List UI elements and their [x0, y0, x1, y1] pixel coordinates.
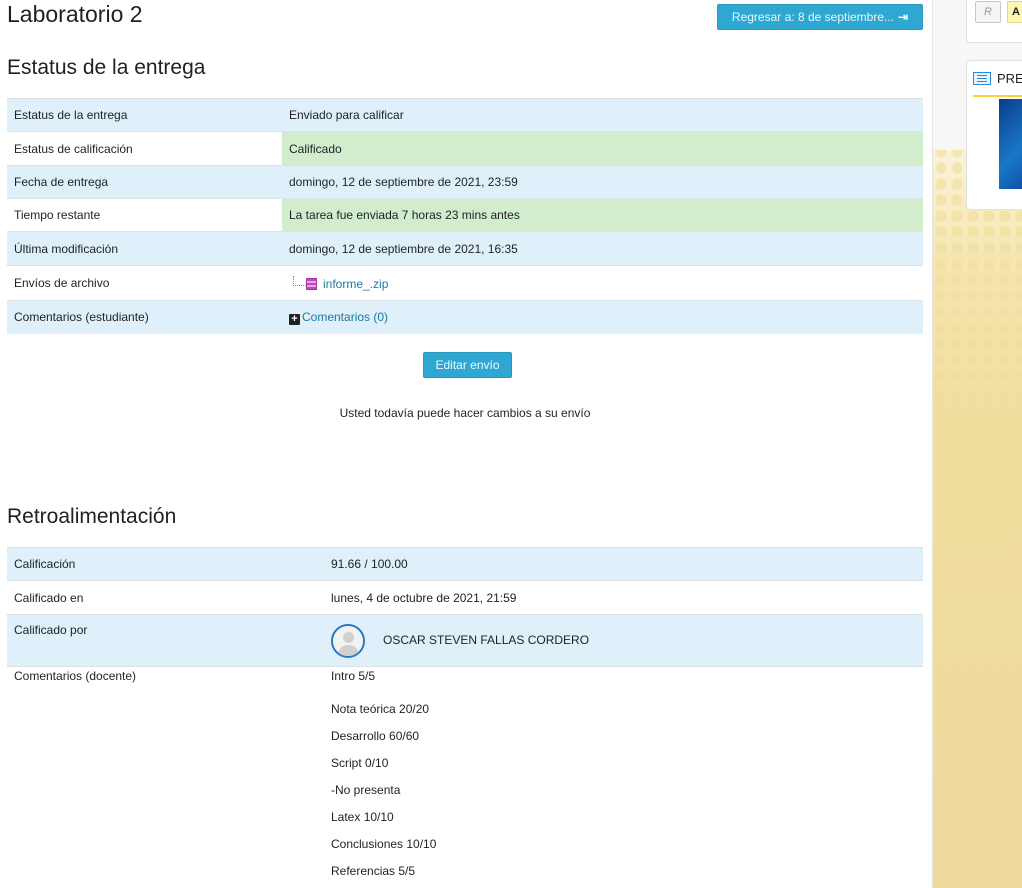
- sign-in-icon: ⇥: [898, 10, 909, 24]
- table-row: Comentarios (estudiante) + Comentarios (0…: [7, 300, 923, 334]
- comment-line: Script 0/10: [331, 756, 389, 770]
- grading-status-value: Calificado: [282, 131, 923, 166]
- sidebar-block-pre-header: PRE: [973, 69, 1022, 97]
- graded-on-value: lunes, 4 de octubre de 2021, 21:59: [324, 580, 923, 615]
- row-label: Estatus de la entrega: [7, 98, 282, 132]
- submission-status-table: Estatus de la entrega Enviado para calif…: [7, 98, 923, 334]
- feedback-heading: Retroalimentación: [7, 505, 177, 528]
- row-label: Comentarios (estudiante): [7, 300, 282, 334]
- archive-file-icon: [306, 277, 317, 290]
- grader-name: OSCAR STEVEN FALLAS CORDERO: [383, 632, 590, 647]
- grade-value: 91.66 / 100.00: [324, 547, 923, 581]
- avatar[interactable]: [331, 623, 365, 658]
- submission-status-heading: Estatus de la entrega: [7, 56, 206, 79]
- table-row: Calificado por OSCAR STEVEN FALLAS CORDE…: [7, 614, 923, 667]
- sidebar-block-pre-title: PRE: [997, 71, 1022, 86]
- comment-line: Conclusiones 10/10: [331, 837, 437, 851]
- back-button[interactable]: Regresar a: 8 de septiembre... ⇥: [717, 4, 923, 30]
- comments-cell: + Comentarios (0): [282, 300, 923, 334]
- tag-r-button[interactable]: R: [975, 1, 1001, 23]
- row-value: Enviado para calificar: [282, 98, 923, 132]
- table-row: Fecha de entrega domingo, 12 de septiemb…: [7, 165, 923, 199]
- row-label: Estatus de calificación: [7, 131, 282, 166]
- teacher-comments-cell: Intro 5/5 Nota teórica 20/20 Desarrollo …: [324, 666, 923, 885]
- sidebar-block-pre: PRE: [966, 60, 1022, 210]
- tag-a-button[interactable]: A: [1007, 1, 1022, 23]
- row-label: Fecha de entrega: [7, 165, 282, 199]
- graded-by-label: Calificado por: [7, 614, 324, 667]
- table-row: Calificación 91.66 / 100.00: [7, 547, 923, 581]
- graded-by-cell: OSCAR STEVEN FALLAS CORDERO: [324, 614, 923, 667]
- file-submission-cell: informe_.zip: [282, 265, 923, 301]
- table-row: Comentarios (docente) Intro 5/5 Nota teó…: [7, 666, 923, 885]
- row-value: domingo, 12 de septiembre de 2021, 23:59: [282, 165, 923, 199]
- row-value: domingo, 12 de septiembre de 2021, 16:35: [282, 231, 923, 266]
- comment-line: Nota teórica 20/20: [331, 702, 430, 716]
- page-title: Laboratorio 2: [7, 1, 143, 27]
- comment-line: -No presenta: [331, 783, 401, 797]
- table-row: Calificado en lunes, 4 de octubre de 202…: [7, 580, 923, 615]
- time-remaining-value: La tarea fue enviada 7 horas 23 mins ant…: [282, 198, 923, 232]
- comment-line: Desarrollo 60/60: [331, 729, 420, 743]
- edit-note: Usted todavía puede hacer cambios a su e…: [339, 406, 591, 420]
- row-label: Tiempo restante: [7, 198, 282, 232]
- sidebar-block-top: R A: [966, 0, 1022, 43]
- grade-label: Calificación: [7, 547, 324, 581]
- plus-icon[interactable]: +: [289, 313, 300, 325]
- table-row: Tiempo restante La tarea fue enviada 7 h…: [7, 198, 923, 232]
- table-row: Estatus de calificación Calificado: [7, 131, 923, 166]
- row-label: Última modificación: [7, 231, 282, 266]
- list-icon: [973, 72, 991, 85]
- table-row: Estatus de la entrega Enviado para calif…: [7, 98, 923, 132]
- teacher-comments-label: Comentarios (docente): [7, 666, 324, 885]
- comments-link[interactable]: Comentarios (0): [302, 310, 388, 324]
- feedback-table: Calificación 91.66 / 100.00 Calificado e…: [7, 547, 923, 885]
- tree-connector: [293, 275, 306, 286]
- row-label: Envíos de archivo: [7, 265, 282, 301]
- sidebar-block-image[interactable]: [999, 99, 1022, 189]
- file-link[interactable]: informe_.zip: [323, 277, 388, 291]
- edit-submission-button[interactable]: Editar envío: [423, 352, 512, 378]
- comment-line: Intro 5/5: [331, 669, 376, 683]
- graded-on-label: Calificado en: [7, 580, 324, 615]
- back-button-label: Regresar a: 8 de septiembre...: [731, 10, 895, 24]
- table-row: Envíos de archivo informe_.zip: [7, 265, 923, 301]
- comment-line: Referencias 5/5: [331, 864, 416, 878]
- table-row: Última modificación domingo, 12 de septi…: [7, 231, 923, 266]
- comment-line: Latex 10/10: [331, 810, 394, 824]
